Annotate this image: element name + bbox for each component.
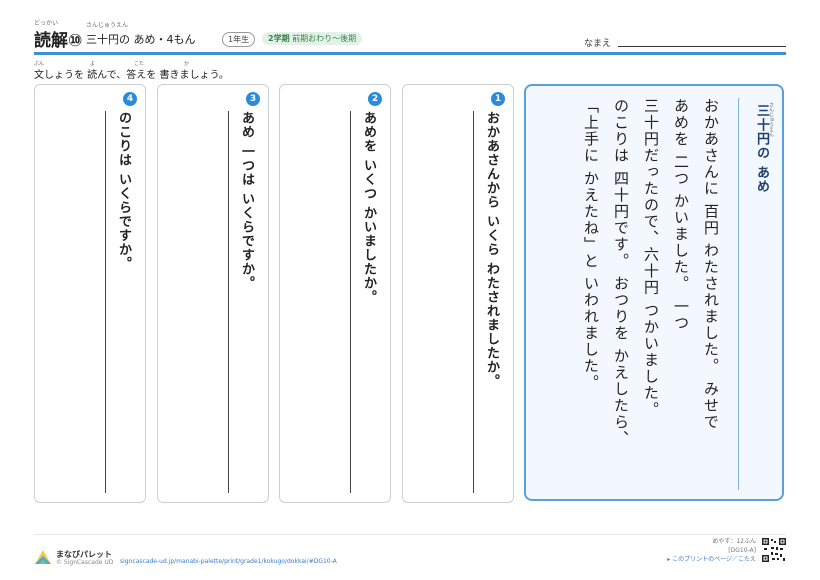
story-panel: さんじゅうえん 三十円の あめ おかあさんに 百円 わたされました。 みせで あ… <box>524 84 784 501</box>
story-line-1: おかあさんに 百円 わたされました。 みせで <box>702 98 720 431</box>
story-title: 三十円の あめ <box>754 104 769 194</box>
name-write-line[interactable] <box>618 46 786 47</box>
story-line-5: 「上手に かえたね」と いわれました。 <box>582 98 600 392</box>
story-line-4: のこりは 四十円です。 おつりを かえしたら、 <box>612 98 630 447</box>
instruction-ruby-ka: か <box>184 61 190 67</box>
time-estimate: めやす：12ふん <box>712 538 756 545</box>
answer-line[interactable] <box>350 111 351 493</box>
worksheet-header: どっかい 読解⑩ さんじゅうえん 三十円の あめ・4もん 1年生 2学期 前期お… <box>34 18 786 54</box>
instruction-ruby-kota: こた <box>134 61 145 67</box>
story-line-2: あめを 二つ かいました。 一つ <box>672 98 690 332</box>
answer-page-link[interactable]: ▸ このプリントのページ／こたえ <box>667 555 756 564</box>
question-number-badge: 1 <box>491 92 505 106</box>
grade-badge: 1年生 <box>222 32 256 47</box>
name-label: なまえ <box>584 39 612 49</box>
qr-code-icon[interactable] <box>762 538 786 562</box>
worksheet-title: 読解⑩ <box>34 31 83 51</box>
question-number-badge: 2 <box>368 92 382 106</box>
answer-line[interactable] <box>473 111 474 493</box>
question-text: あめを いくつ かいましたか。 <box>361 111 376 305</box>
instruction-text: ぶん よ こた か 文しょうを 読んで、答えを 書きましょう。 <box>34 61 229 81</box>
subtitle-ruby: さんじゅうえん <box>86 22 129 29</box>
question-text: おかあさんから いくら わたされましたか。 <box>484 111 499 389</box>
story-body: おかあさんに 百円 わたされました。 みせで あめを 二つ かいました。 一つ … <box>576 98 726 493</box>
footer-url-link[interactable]: signcascade-ud.jp/manabi-palette/print/g… <box>120 558 337 565</box>
instruction-ruby-bun: ぶん <box>34 61 45 67</box>
question-box-3: 3 あめ 一つは いくらですか。 <box>157 84 269 503</box>
question-box-4: 4 のこりは いくらですか。 <box>34 84 146 503</box>
term-badge-main: 2学期 <box>268 34 290 43</box>
question-text: あめ 一つは いくらですか。 <box>239 111 254 291</box>
question-box-2: 2 あめを いくつ かいましたか。 <box>279 84 391 503</box>
header-divider <box>34 52 786 55</box>
worksheet-subtitle: 三十円の あめ・4もん <box>86 33 196 46</box>
footer-meta: めやす：12ふん [DG10-A] ▸ このプリントのページ／こたえ <box>667 537 756 564</box>
question-box-1: 1 おかあさんから いくら わたされましたか。 <box>402 84 514 503</box>
question-text: のこりは いくらですか。 <box>116 111 131 271</box>
copyright-text: © SignCascade UD <box>56 559 114 566</box>
answer-line[interactable] <box>228 111 229 493</box>
term-badge-detail: 前期おわり〜後期 <box>292 34 357 43</box>
instruction-ruby-yo: よ <box>90 61 96 67</box>
worksheet-code: [DG10-A] <box>728 547 756 554</box>
question-number-badge: 3 <box>246 92 260 106</box>
question-number-badge: 4 <box>123 92 137 106</box>
instruction-main-text: 文しょうを 読んで、答えを 書きましょう。 <box>34 70 229 81</box>
story-title-divider <box>738 98 739 490</box>
page-footer: まなびパレット © SignCascade UD signcascade-ud.… <box>34 534 786 569</box>
story-line-3: 三十円だったので、六十円 つかいました。 <box>642 98 660 418</box>
palette-logo-icon <box>35 550 51 564</box>
answer-line[interactable] <box>105 111 106 493</box>
term-badge: 2学期 前期おわり〜後期 <box>262 32 363 45</box>
